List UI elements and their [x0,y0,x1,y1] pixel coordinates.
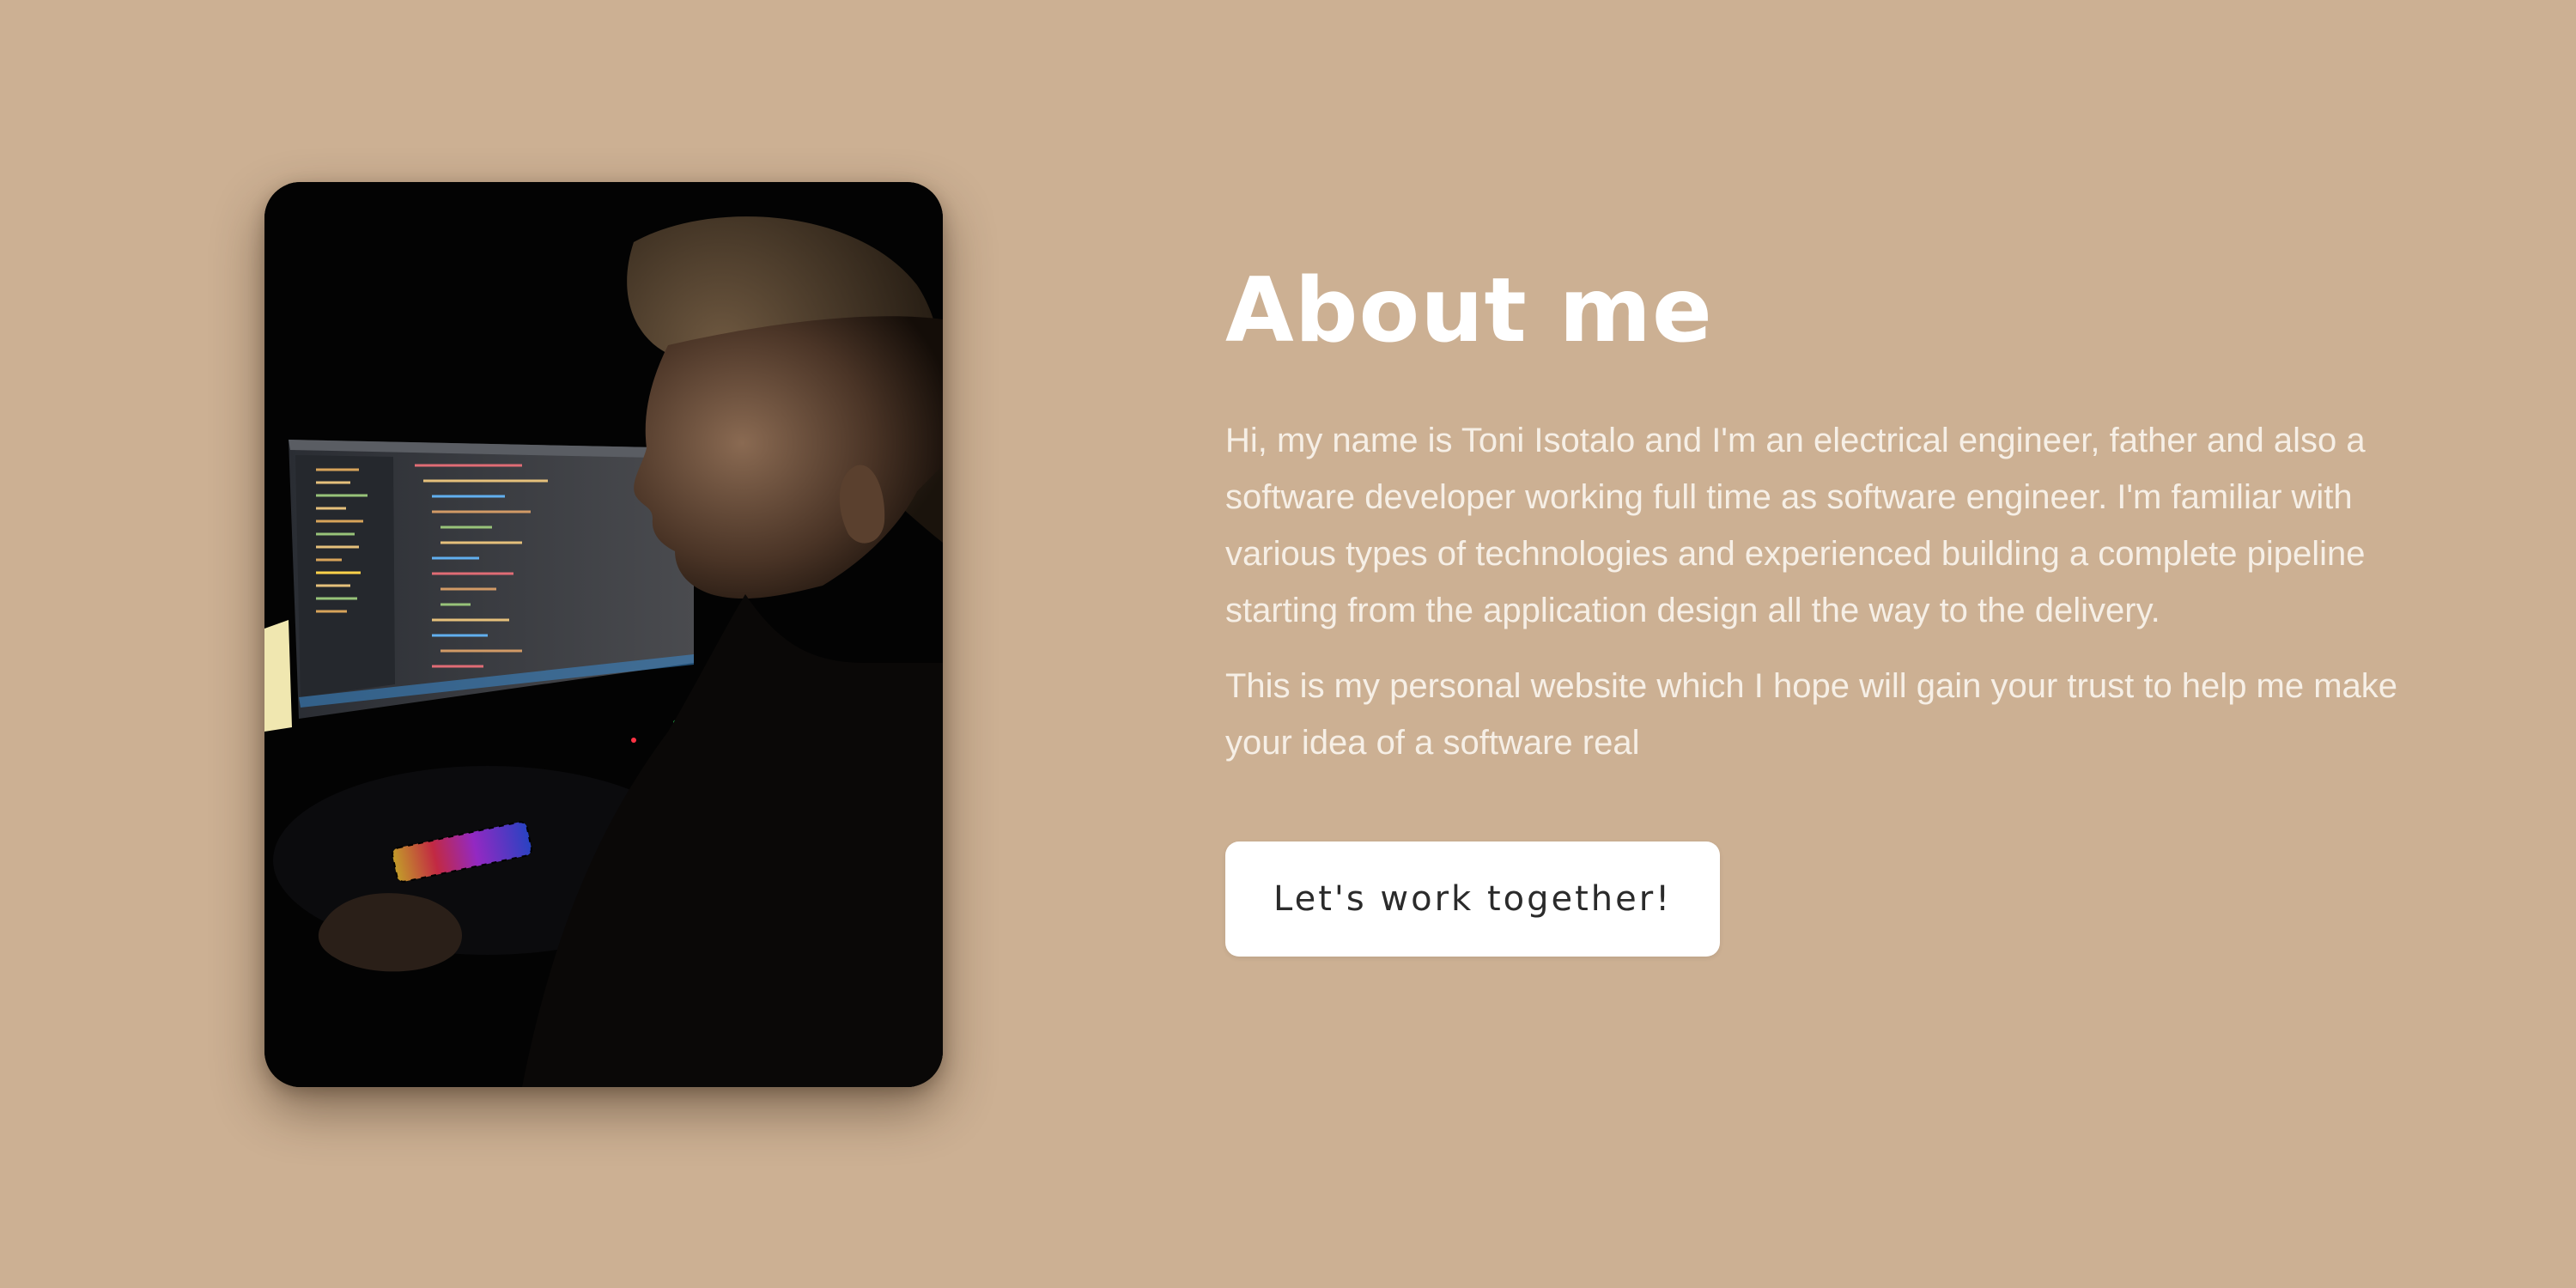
about-website-paragraph: This is my personal website which I hope… [1225,667,2398,762]
profile-photo [264,182,943,1087]
about-section: About me Hi, my name is Toni Isotalo and… [0,0,2576,1288]
portrait-photo-icon [264,182,943,1087]
about-content: About me Hi, my name is Toni Isotalo and… [1225,258,2427,957]
work-together-button[interactable]: Let's work together! [1225,841,1721,957]
about-intro-paragraph: Hi, my name is Toni Isotalo and I'm an e… [1225,422,2366,629]
about-title: About me [1225,259,1713,362]
